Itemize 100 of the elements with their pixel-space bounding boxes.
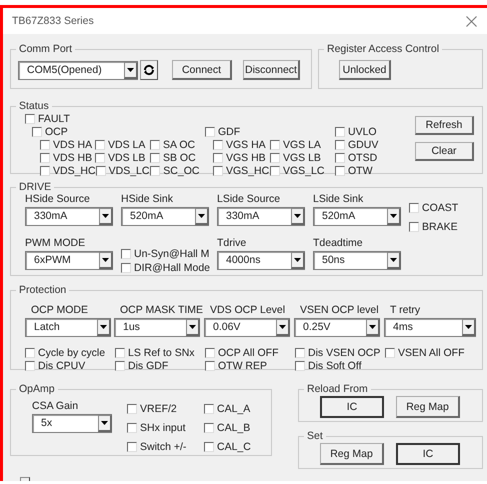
checkbox[interactable]: [270, 140, 280, 150]
group-title: Status: [18, 100, 50, 112]
checkbox[interactable]: [270, 152, 280, 162]
checkbox[interactable]: [115, 348, 125, 358]
dropdown[interactable]: 1us: [114, 318, 200, 337]
checkbox-label: CAL_C: [217, 440, 251, 452]
checkbox-label: GDF: [218, 126, 240, 138]
checkbox[interactable]: [40, 140, 50, 150]
checkbox[interactable]: [205, 360, 215, 370]
checkbox[interactable]: [121, 248, 131, 258]
checkbox[interactable]: [95, 152, 105, 162]
checkbox[interactable]: [205, 348, 215, 358]
checkbox[interactable]: [96, 166, 106, 176]
dropdown-arrow-icon: [127, 68, 134, 72]
checkbox[interactable]: [204, 404, 214, 414]
dropdown[interactable]: 4ms: [384, 318, 476, 337]
checkbox-label: OCP: [45, 126, 68, 138]
checkbox[interactable]: [127, 422, 137, 432]
checkbox[interactable]: [40, 152, 50, 162]
clear-button[interactable]: Clear: [415, 142, 474, 161]
checkbox[interactable]: [409, 222, 419, 232]
reload-button[interactable]: Reg Map: [396, 396, 460, 418]
dropdown[interactable]: 5x: [32, 414, 112, 433]
set-button[interactable]: IC: [396, 443, 460, 465]
checkbox[interactable]: [127, 442, 137, 452]
checkbox-label: SHx input: [140, 422, 186, 434]
checkbox[interactable]: [335, 166, 345, 176]
checkbox[interactable]: [295, 348, 305, 358]
checkbox[interactable]: [295, 360, 305, 370]
checkbox-label: VDS HB: [53, 152, 92, 164]
group-title: OpAmp: [18, 383, 56, 395]
field-label: OCP MASK TIME: [119, 304, 204, 318]
refresh-icon[interactable]: [140, 60, 158, 80]
checkbox[interactable]: [32, 126, 42, 136]
disconnect-button[interactable]: Disconnect: [243, 60, 300, 80]
set-button[interactable]: Reg Map: [320, 443, 384, 465]
checkbox-label: VGS HB: [226, 152, 266, 164]
checkbox-label: Dis Soft Off: [308, 360, 362, 372]
dropdown[interactable]: 0.25V: [294, 318, 380, 337]
checkbox[interactable]: [150, 140, 160, 150]
unlocked-button[interactable]: Unlocked: [339, 60, 391, 80]
checkbox-label: SA OC: [163, 138, 196, 150]
checkbox-label: VGS_HC: [226, 164, 270, 176]
field-label: PWM MODE: [25, 237, 86, 251]
checkbox[interactable]: [95, 140, 105, 150]
checkbox[interactable]: [25, 114, 35, 124]
checkbox[interactable]: [150, 152, 160, 162]
dropdown-arrow-icon: [101, 421, 108, 425]
dropdown[interactable]: 50ns: [313, 251, 401, 270]
checkbox[interactable]: [270, 166, 280, 176]
checkbox[interactable]: [213, 140, 223, 150]
refresh-button[interactable]: Refresh: [415, 116, 474, 135]
checkbox-label: SC_OC: [163, 164, 200, 176]
checkbox[interactable]: [204, 442, 214, 452]
checkbox[interactable]: [121, 262, 131, 272]
dropdown[interactable]: 330mA: [25, 207, 113, 226]
window-title: TB67Z833 Series: [12, 15, 94, 27]
checkbox[interactable]: [40, 166, 50, 176]
checkbox[interactable]: [385, 348, 395, 358]
field-label: T retry: [389, 304, 422, 318]
reload-button[interactable]: IC: [320, 396, 384, 418]
checkbox[interactable]: [115, 360, 125, 370]
checkbox[interactable]: [205, 126, 215, 136]
group-title: DRIVE: [18, 181, 52, 193]
checkbox-label: LS Ref to SNx: [128, 346, 195, 358]
checkbox[interactable]: [335, 126, 345, 136]
port-dropdown[interactable]: COM5(Opened): [18, 60, 138, 80]
dropdown-arrow-icon: [390, 214, 397, 218]
checkbox-label: DIR@Hall Mode: [134, 262, 210, 274]
dropdown-arrow-icon: [294, 258, 301, 262]
checkbox[interactable]: [25, 360, 35, 370]
checkbox[interactable]: [213, 152, 223, 162]
checkbox[interactable]: [213, 166, 223, 176]
checkbox[interactable]: [335, 152, 345, 162]
checkbox-label: Un-Syn@Hall M: [134, 248, 210, 260]
checkbox[interactable]: [25, 348, 35, 358]
checkbox[interactable]: [409, 202, 419, 212]
checkbox-label: VDS LB: [108, 152, 146, 164]
dropdown-arrow-icon: [100, 325, 107, 329]
group-title: Comm Port: [18, 43, 74, 55]
checkbox[interactable]: [150, 166, 160, 176]
dropdown[interactable]: 330mA: [217, 207, 305, 226]
checkbox-label: Dis VSEN OCP: [308, 346, 380, 358]
checkbox-label: SB OC: [163, 152, 196, 164]
checkbox-label: VSEN All OFF: [398, 346, 465, 358]
dropdown[interactable]: 0.06V: [204, 318, 290, 337]
checkbox-label: VGS HA: [226, 138, 266, 150]
group-title: Reload From: [306, 383, 369, 395]
dropdown[interactable]: 6xPWM: [25, 251, 113, 270]
dropdown[interactable]: 520mA: [121, 207, 209, 226]
close-icon[interactable]: [466, 16, 477, 26]
checkbox[interactable]: [127, 404, 137, 414]
dropdown[interactable]: 520mA: [313, 207, 401, 226]
field-label: Tdeadtime: [313, 237, 364, 251]
checkbox-label: Dis CPUV: [38, 360, 86, 372]
checkbox[interactable]: [204, 422, 214, 432]
connect-button[interactable]: Connect: [172, 60, 232, 80]
checkbox[interactable]: [335, 140, 345, 150]
dropdown[interactable]: Latch: [25, 318, 111, 337]
dropdown[interactable]: 4000ns: [217, 251, 305, 270]
